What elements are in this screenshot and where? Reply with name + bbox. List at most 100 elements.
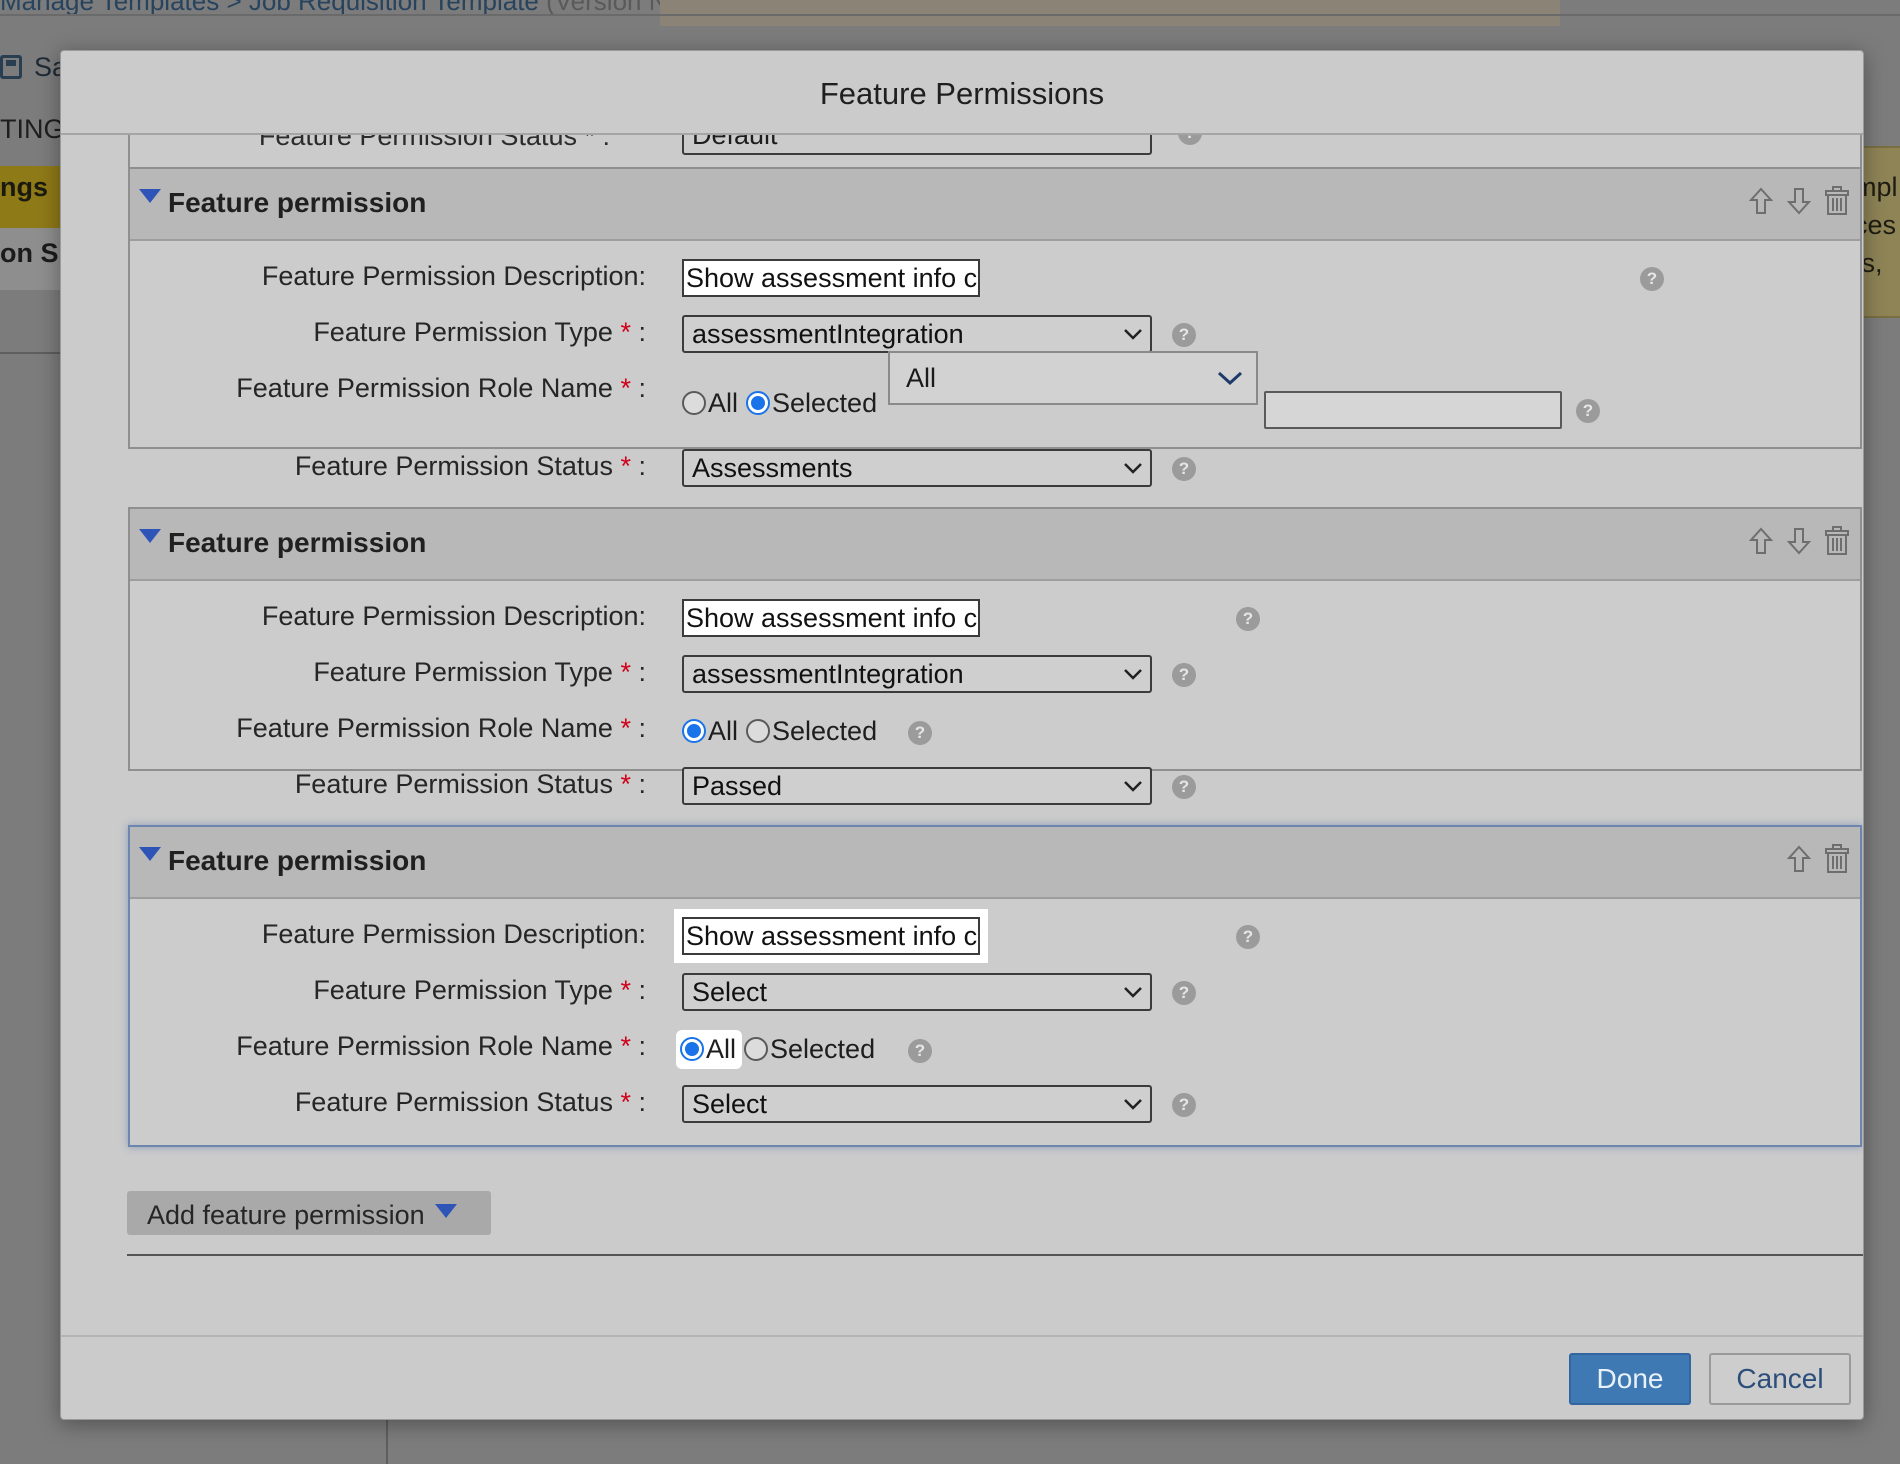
- type-select[interactable]: assessmentIntegration: [682, 655, 1152, 693]
- role-row: Feature Permission Role Name * : All Sel…: [130, 711, 1860, 755]
- status-select[interactable]: Select: [682, 1085, 1152, 1123]
- right-info-line: mpl: [1864, 172, 1898, 202]
- panel-header[interactable]: Feature permission: [130, 827, 1860, 899]
- status-label: Feature Permission Status * :: [294, 1087, 646, 1117]
- chevron-down-icon[interactable]: [1204, 353, 1256, 403]
- role-label: Feature Permission Role Name * :: [236, 713, 646, 743]
- right-info-line: ces: [1864, 210, 1897, 240]
- arrow-down-icon[interactable]: [1786, 525, 1812, 557]
- help-icon[interactable]: ?: [1576, 399, 1600, 423]
- panel-tools: [1786, 843, 1850, 875]
- type-select[interactable]: Select: [682, 973, 1152, 1011]
- description-input[interactable]: Show assessment info c: [682, 259, 980, 297]
- add-feature-permission-button[interactable]: Add feature permission: [127, 1191, 491, 1235]
- trash-icon[interactable]: [1824, 525, 1850, 557]
- panel-tools: [1748, 525, 1850, 557]
- role-radio-selected[interactable]: [744, 1037, 769, 1061]
- status-select-value: Assessments: [692, 453, 853, 483]
- arrow-up-icon[interactable]: [1748, 525, 1774, 557]
- role-radio-all[interactable]: [680, 1037, 704, 1061]
- help-icon[interactable]: ?: [1236, 925, 1260, 949]
- role-radio-all[interactable]: [682, 719, 706, 743]
- role-radio-all[interactable]: [682, 391, 706, 415]
- status-select[interactable]: Passed: [682, 767, 1152, 805]
- description-row: Feature Permission Description: Show ass…: [130, 259, 1860, 303]
- status-row: Feature Permission Status * : Passed ?: [130, 767, 1860, 811]
- type-select-value: Select: [692, 977, 768, 1007]
- status-label: Feature Permission Status * :: [294, 769, 646, 799]
- role-radio-group: All Selected: [682, 711, 877, 751]
- chevron-down-icon: [1124, 463, 1142, 474]
- previous-status-label: Feature Permission Status * :: [258, 135, 610, 151]
- type-label: Feature Permission Type * :: [313, 317, 646, 347]
- caret-down-icon: [434, 1204, 457, 1218]
- help-icon[interactable]: ?: [1178, 135, 1202, 145]
- help-icon[interactable]: ?: [1172, 981, 1196, 1005]
- trash-icon[interactable]: [1824, 185, 1850, 217]
- help-icon[interactable]: ?: [1172, 1093, 1196, 1117]
- feature-permissions-dialog: Feature Permissions Feature Permission S…: [60, 50, 1864, 1420]
- cancel-button[interactable]: Cancel: [1709, 1353, 1851, 1405]
- role-label: Feature Permission Role Name * :: [236, 373, 646, 403]
- type-label: Feature Permission Type * :: [313, 975, 646, 1005]
- feature-permission-panel-1: Feature permission Feature Permission De…: [128, 167, 1862, 487]
- help-icon[interactable]: ?: [1236, 607, 1260, 631]
- dialog-title: Feature Permissions: [819, 76, 1105, 111]
- description-label: Feature Permission Description:: [261, 261, 646, 291]
- done-button[interactable]: Done: [1569, 1353, 1691, 1405]
- status-select-value: Select: [692, 1089, 768, 1119]
- status-label: Feature Permission Status * :: [294, 451, 646, 481]
- feature-permission-panel-2: Feature permission Feature Permission De…: [128, 507, 1862, 805]
- previous-status-select[interactable]: Default: [682, 135, 1152, 155]
- description-label: Feature Permission Description:: [261, 601, 646, 631]
- help-icon[interactable]: ?: [908, 1039, 932, 1063]
- help-icon[interactable]: ?: [1172, 457, 1196, 481]
- role-row: Feature Permission Role Name * : All Sel…: [130, 1029, 1860, 1073]
- caret-down-icon[interactable]: [139, 189, 161, 203]
- panel-header[interactable]: Feature permission: [130, 169, 1860, 241]
- help-icon[interactable]: ?: [1640, 267, 1664, 291]
- panel-header[interactable]: Feature permission: [130, 509, 1860, 581]
- arrow-down-icon[interactable]: [1786, 185, 1812, 217]
- panel-tools: [1748, 185, 1850, 217]
- roles-dropdown[interactable]: All: [888, 351, 1258, 405]
- role-radio-all-label: All: [708, 715, 739, 746]
- help-icon[interactable]: ?: [908, 721, 932, 745]
- save-action[interactable]: Sa: [0, 52, 67, 83]
- arrow-up-icon[interactable]: [1786, 843, 1812, 875]
- role-radio-all-focus[interactable]: All: [676, 1029, 743, 1069]
- description-row: Feature Permission Description: Show ass…: [130, 917, 1860, 961]
- right-info-box: mpl ces ts,: [1862, 146, 1900, 318]
- section-divider: [127, 1254, 1863, 1256]
- description-row: Feature Permission Description: Show ass…: [130, 599, 1860, 643]
- arrow-up-icon[interactable]: [1748, 185, 1774, 217]
- type-label: Feature Permission Type * :: [313, 657, 646, 687]
- help-icon[interactable]: ?: [1172, 775, 1196, 799]
- role-label: Feature Permission Role Name * :: [236, 1031, 646, 1061]
- previous-status-row: Feature Permission Status * : Default ?: [128, 135, 1862, 167]
- chevron-down-icon: [1124, 987, 1142, 998]
- type-select-value: assessmentIntegration: [692, 659, 964, 689]
- type-row: Feature Permission Type * : assessmentIn…: [130, 655, 1860, 699]
- status-select[interactable]: Assessments: [682, 449, 1152, 487]
- role-radio-group: All Selected: [682, 383, 877, 423]
- help-icon[interactable]: ?: [1172, 663, 1196, 687]
- dialog-scroll-area[interactable]: Feature Permission Status * : Default ? …: [61, 135, 1863, 1303]
- status-row: Feature Permission Status * : Assessment…: [130, 449, 1860, 493]
- add-feature-permission-label: Add feature permission: [147, 1200, 425, 1230]
- type-select[interactable]: assessmentIntegration: [682, 315, 1152, 353]
- caret-down-icon[interactable]: [139, 529, 161, 543]
- role-radio-selected[interactable]: [746, 391, 771, 415]
- roles-text-input[interactable]: [1264, 391, 1562, 429]
- caret-down-icon[interactable]: [139, 847, 161, 861]
- description-input[interactable]: Show assessment info c: [682, 599, 980, 637]
- dialog-header: Feature Permissions: [61, 51, 1863, 135]
- header-divider: [0, 14, 1900, 16]
- trash-icon[interactable]: [1824, 843, 1850, 875]
- role-radio-all-label: All: [708, 387, 739, 418]
- description-input[interactable]: Show assessment info c: [682, 917, 980, 955]
- role-radio-selected[interactable]: [746, 719, 771, 743]
- type-row: Feature Permission Type * : Select ?: [130, 973, 1860, 1017]
- help-icon[interactable]: ?: [1172, 323, 1196, 347]
- right-info-line: ts,: [1862, 248, 1883, 278]
